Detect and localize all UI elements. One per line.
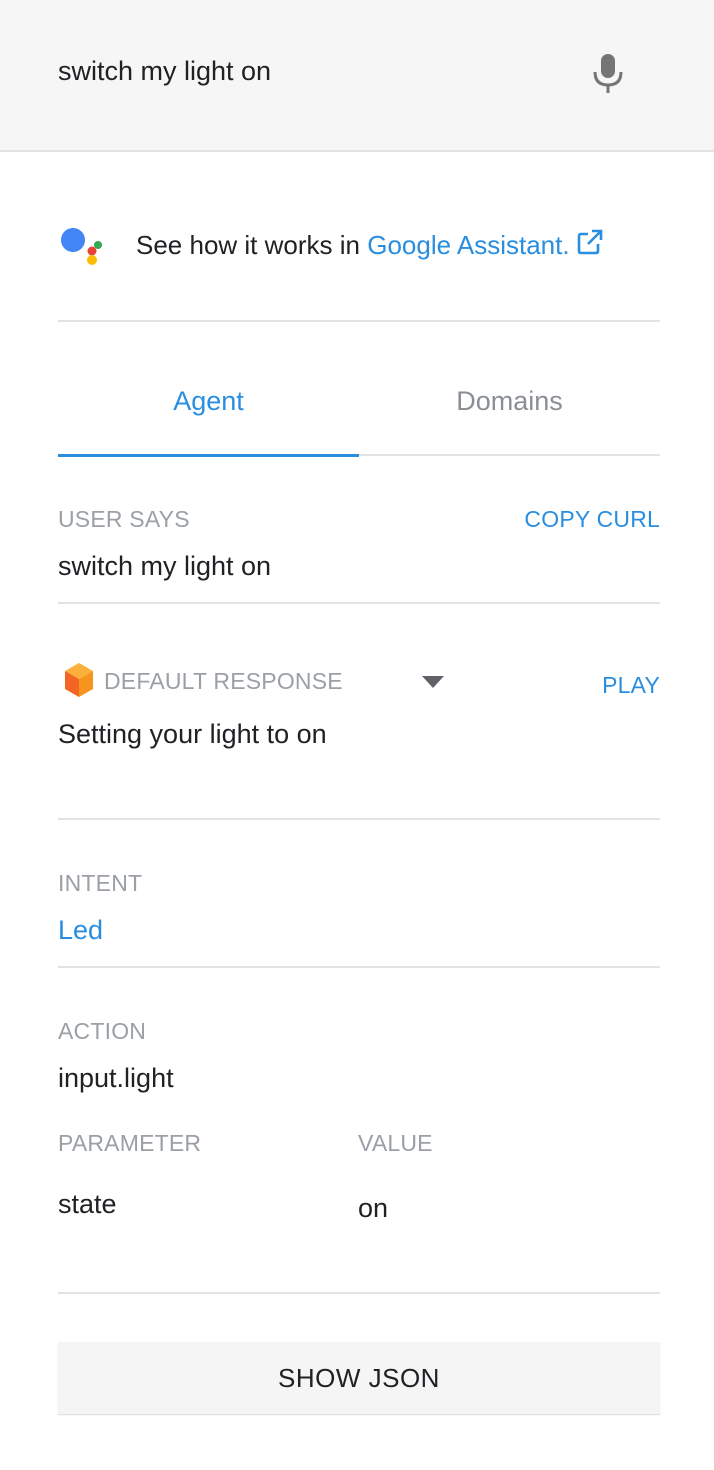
- parameter-name: state: [58, 1189, 117, 1219]
- parameter-value: on: [358, 1193, 389, 1223]
- query-input[interactable]: switch my light on: [58, 56, 271, 87]
- user-says-value: switch my light on: [58, 551, 272, 581]
- divider: [58, 1292, 660, 1294]
- external-link-icon[interactable]: [576, 228, 604, 256]
- divider: [58, 602, 660, 604]
- intent-label: INTENT: [58, 870, 143, 896]
- divider: [58, 320, 660, 322]
- show-json-button[interactable]: SHOW JSON: [58, 1342, 660, 1414]
- action-label: ACTION: [58, 1018, 147, 1044]
- tab-agent[interactable]: Agent: [58, 370, 359, 457]
- google-assistant-link[interactable]: Google Assistant.: [367, 230, 569, 260]
- assistant-banner-prefix: See how it works in: [136, 230, 368, 260]
- divider: [58, 966, 660, 968]
- value-header: VALUE: [358, 1130, 433, 1156]
- assistant-banner-text: See how it works in Google Assistant.: [136, 228, 604, 261]
- google-assistant-icon: [61, 228, 102, 265]
- default-response-value: Setting your light to on: [58, 719, 327, 749]
- parameter-header: PARAMETER: [58, 1130, 202, 1156]
- play-button[interactable]: PLAY: [602, 672, 660, 699]
- tab-bar: Agent Domains: [58, 370, 660, 457]
- query-bar: switch my light on: [0, 0, 714, 152]
- default-response-label: DEFAULT RESPONSE: [104, 668, 343, 694]
- tab-domains[interactable]: Domains: [359, 370, 660, 456]
- chevron-down-icon[interactable]: [420, 674, 446, 690]
- action-value: input.light: [58, 1063, 174, 1093]
- copy-curl-button[interactable]: COPY CURL: [524, 506, 660, 533]
- assistant-banner: See how it works in Google Assistant.: [58, 222, 660, 270]
- divider: [58, 818, 660, 820]
- cube-icon: [65, 663, 93, 697]
- intent-link[interactable]: Led: [58, 915, 103, 946]
- microphone-icon[interactable]: [590, 52, 626, 96]
- user-says-label: USER SAYS: [58, 506, 190, 532]
